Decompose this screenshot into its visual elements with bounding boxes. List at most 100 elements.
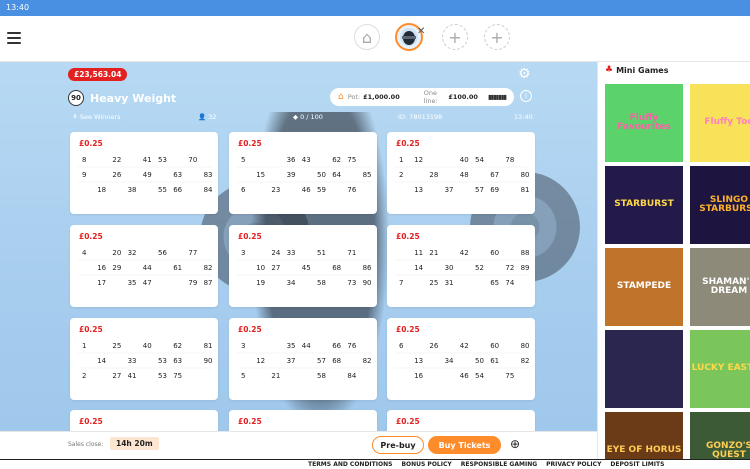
mini-game-tile[interactable] — [605, 330, 683, 408]
bingo-ticket[interactable]: £0.25 3 35 44 66 76 12 37 57 68 82 5 21 58 84 — [229, 318, 377, 400]
bingo-ticket[interactable]: £0.25 8 22 41 53 70 9 26 49 63 83 18 38 55 66 84 — [70, 132, 218, 214]
ticket-number: 81 — [204, 342, 213, 350]
ticket-number: 47 — [143, 279, 152, 287]
mini-game-tile[interactable]: STAMPEDE — [605, 248, 683, 326]
bingo-ticket[interactable]: £0.25 1 12 40 54 78 2 28 48 67 80 13 37 57 69 81 — [387, 132, 535, 214]
mini-game-tile[interactable]: SHAMAN'S DREAM — [690, 248, 750, 326]
ticket-number: 19 — [256, 279, 265, 287]
ticket-number: 2 — [399, 171, 403, 179]
ticket-number: 42 — [460, 342, 469, 350]
menu-icon[interactable] — [7, 32, 21, 44]
ticket-number: 75 — [347, 156, 356, 164]
ticket-number: 37 — [287, 357, 296, 365]
ticket-number: 71 — [347, 249, 356, 257]
ticket-number: 44 — [143, 264, 152, 272]
ticket-number: 53 — [158, 156, 167, 164]
ticket-number: 27 — [112, 372, 121, 380]
bingo-ticket[interactable]: £0.25 4 20 32 56 77 16 29 44 61 82 17 35 47 79 87 — [70, 225, 218, 307]
ticket-number: 83 — [204, 171, 213, 179]
ticket-number: 66 — [173, 186, 182, 194]
ticket-number: 35 — [287, 342, 296, 350]
buy-tickets-button[interactable]: Buy Tickets — [428, 436, 501, 454]
ticket-number: 10 — [256, 264, 265, 272]
home-tab[interactable]: ⌂ — [354, 24, 380, 50]
ticket-number: 34 — [287, 279, 296, 287]
ticket-number: 33 — [128, 357, 137, 365]
ticket-number: 70 — [188, 156, 197, 164]
ticket-numbers — [229, 410, 377, 431]
close-room-icon[interactable]: ✕ — [417, 26, 425, 37]
plus-icon: + — [490, 27, 504, 47]
mini-game-tile[interactable]: LUCKY EASTER — [690, 330, 750, 408]
see-winners-link[interactable]: ⚘ See Winners — [72, 113, 120, 121]
ticket-number: 72 — [505, 264, 514, 272]
ticket-number: 16 — [97, 264, 106, 272]
add-room-tab[interactable]: + — [442, 24, 468, 50]
players-value: 32 — [208, 113, 217, 121]
ticket-numbers — [70, 410, 218, 431]
footer-link[interactable]: DEPOSIT LIMITS — [610, 461, 664, 468]
pot-icon: ⌂ — [338, 92, 344, 102]
ticket-number: 45 — [302, 264, 311, 272]
ticket-number: 3 — [241, 249, 245, 257]
ticket-number: 60 — [490, 342, 499, 350]
add-room-tab[interactable]: + — [484, 24, 510, 50]
mini-game-label: GONZO'S QUEST — [706, 440, 750, 459]
game-time: 13:40 — [514, 113, 533, 121]
ticket-number: 58 — [317, 279, 326, 287]
bingo-ticket[interactable]: £0.25 3 24 33 51 71 10 27 45 68 86 19 34 58 73 90 — [229, 225, 377, 307]
ticket-number: 74 — [505, 279, 514, 287]
ticket-number: 75 — [173, 372, 182, 380]
info-icon[interactable]: i — [520, 90, 532, 102]
ticket-number: 1 — [82, 342, 86, 350]
bingo-ticket[interactable]: £0.25 — [229, 410, 377, 431]
ticket-number: 41 — [143, 156, 152, 164]
jackpot-badge: £23,563.04 — [68, 68, 128, 81]
bingo-ticket[interactable]: £0.25 11 21 42 60 88 14 30 52 72 89 7 25 31 65 74 — [387, 225, 535, 307]
mini-game-tile[interactable]: Fluffy Favourites — [605, 84, 683, 162]
ticket-numbers: 6 26 42 60 80 13 34 50 61 82 16 46 54 75 — [395, 342, 530, 380]
bingo-ticket[interactable]: £0.25 1 25 40 62 81 14 33 53 63 90 2 27 41 53 75 — [70, 318, 218, 400]
footer-link[interactable]: TERMS AND CONDITIONS — [308, 461, 392, 468]
ticket-number: 53 — [158, 357, 167, 365]
ticket-number: 6 — [399, 342, 404, 350]
ticket-number: 6 — [241, 186, 246, 194]
mini-game-tile[interactable]: SLINGO STARBURST — [690, 166, 750, 244]
room-name: 90 Heavy Weight — [68, 90, 176, 106]
bingo-ticket[interactable]: £0.25 6 26 42 60 80 13 34 50 61 82 16 46 54 75 — [387, 318, 535, 400]
mini-game-tile[interactable]: STARBURST — [605, 166, 683, 244]
footer-link[interactable]: RESPONSIBLE GAMING — [461, 461, 537, 468]
prize-ticks-icon: ▮▮▮▮▮▮▮ — [487, 93, 507, 101]
top-bar: ⌂ ✕ + + — [0, 16, 750, 62]
mini-game-tile[interactable]: GONZO'S QUEST — [690, 412, 750, 459]
ticket-number: 12 — [256, 357, 265, 365]
mini-game-label: LUCKY EASTER — [691, 363, 750, 374]
bingo-ticket[interactable]: £0.25 — [387, 410, 535, 431]
ticket-number: 84 — [204, 186, 213, 194]
footer-link[interactable]: PRIVACY POLICY — [546, 461, 601, 468]
ticket-number: 76 — [347, 342, 356, 350]
ticket-number: 5 — [241, 372, 245, 380]
ticket-number: 23 — [271, 186, 280, 194]
gear-icon[interactable]: ⚙ — [518, 66, 531, 82]
game-id: ID: 78013198 — [398, 113, 443, 121]
ball-type-badge: 90 — [68, 90, 84, 106]
footer-link[interactable]: BONUS POLICY — [401, 461, 451, 468]
ticket-number: 4 — [82, 249, 87, 257]
bingo-ticket[interactable]: £0.25 5 36 43 62 75 15 39 50 64 85 6 23 46 59 76 — [229, 132, 377, 214]
mini-game-label: STARBURST — [614, 199, 674, 210]
ticket-number: 88 — [521, 249, 530, 257]
mini-games-panel: ♣ Mini Games Fluffy Favourites Fluffy Too… — [597, 62, 750, 459]
mini-game-tile[interactable]: EYE OF HORUS — [605, 412, 683, 459]
mini-game-tile[interactable]: Fluffy Too — [690, 84, 750, 162]
ticket-number: 30 — [445, 264, 454, 272]
ticket-number: 40 — [460, 156, 469, 164]
ticket-number: 65 — [490, 279, 499, 287]
bingo-ticket[interactable]: £0.25 — [70, 410, 218, 431]
ticket-number: 21 — [429, 249, 438, 257]
ticket-number: 54 — [475, 156, 484, 164]
zoom-icon[interactable]: ⊕ — [510, 437, 520, 451]
ticket-number: 80 — [521, 171, 530, 179]
prebuy-button[interactable]: Pre-buy — [372, 436, 424, 454]
ticket-number: 35 — [128, 279, 137, 287]
